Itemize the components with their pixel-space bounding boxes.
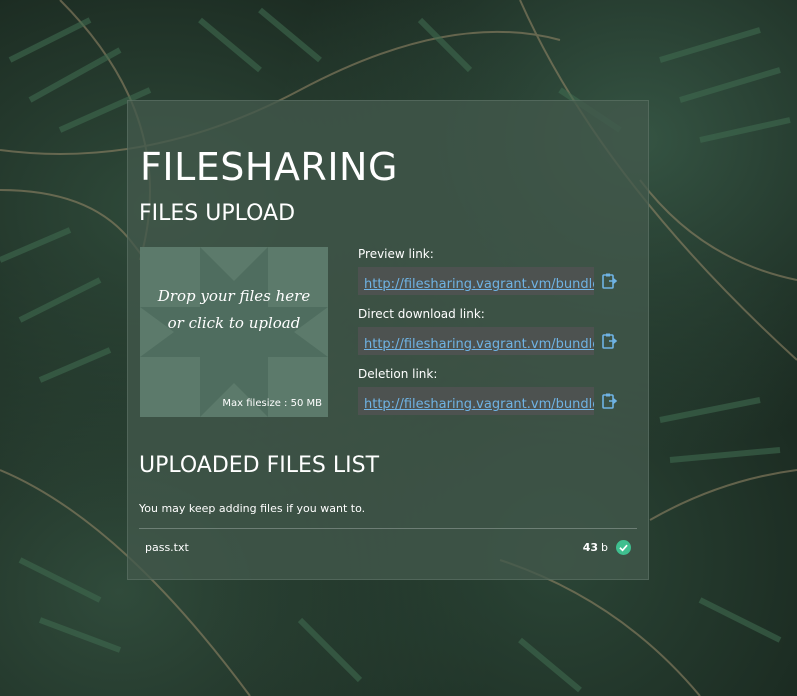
file-name: pass.txt [145,540,189,554]
file-size-value: 43 [582,540,599,554]
file-size-unit: b [601,540,608,554]
list-divider [139,528,637,529]
clipboard-copy-icon[interactable] [600,392,618,410]
direct-download-link-label: Direct download link: [358,307,485,321]
max-filesize-label: Max filesize : 50 MB [222,398,322,409]
clipboard-copy-icon[interactable] [600,272,618,290]
links-section: Preview link: http://filesharing.vagrant… [358,247,628,427]
direct-download-link[interactable]: http://filesharing.vagrant.vm/bundle [364,337,594,352]
uploaded-files-heading: UPLOADED FILES LIST [139,453,380,478]
preview-link-box: http://filesharing.vagrant.vm/bundle [358,267,594,295]
filesharing-panel: FILESHARING FILES UPLOAD Drop your files… [127,100,649,580]
clipboard-copy-icon[interactable] [600,332,618,350]
upload-dropzone[interactable]: Drop your files here or click to upload … [140,247,328,417]
check-circle-icon [616,539,631,555]
app-title: FILESHARING [140,145,398,189]
files-upload-heading: FILES UPLOAD [139,201,296,226]
deletion-link-row: http://filesharing.vagrant.vm/bundle [358,387,628,415]
direct-download-link-row: http://filesharing.vagrant.vm/bundle [358,327,628,355]
direct-download-link-box: http://filesharing.vagrant.vm/bundle [358,327,594,355]
file-size-status: 43 b [582,539,631,555]
uploaded-files-note: You may keep adding files if you want to… [139,502,366,515]
preview-link[interactable]: http://filesharing.vagrant.vm/bundle [364,277,594,292]
file-list-item: pass.txt 43 b [139,534,637,560]
dropzone-text: Drop your files here or click to upload [157,287,311,332]
deletion-link-box: http://filesharing.vagrant.vm/bundle [358,387,594,415]
preview-link-label: Preview link: [358,247,434,261]
deletion-link[interactable]: http://filesharing.vagrant.vm/bundle [364,397,594,412]
preview-link-row: http://filesharing.vagrant.vm/bundle [358,267,628,295]
deletion-link-label: Deletion link: [358,367,438,381]
